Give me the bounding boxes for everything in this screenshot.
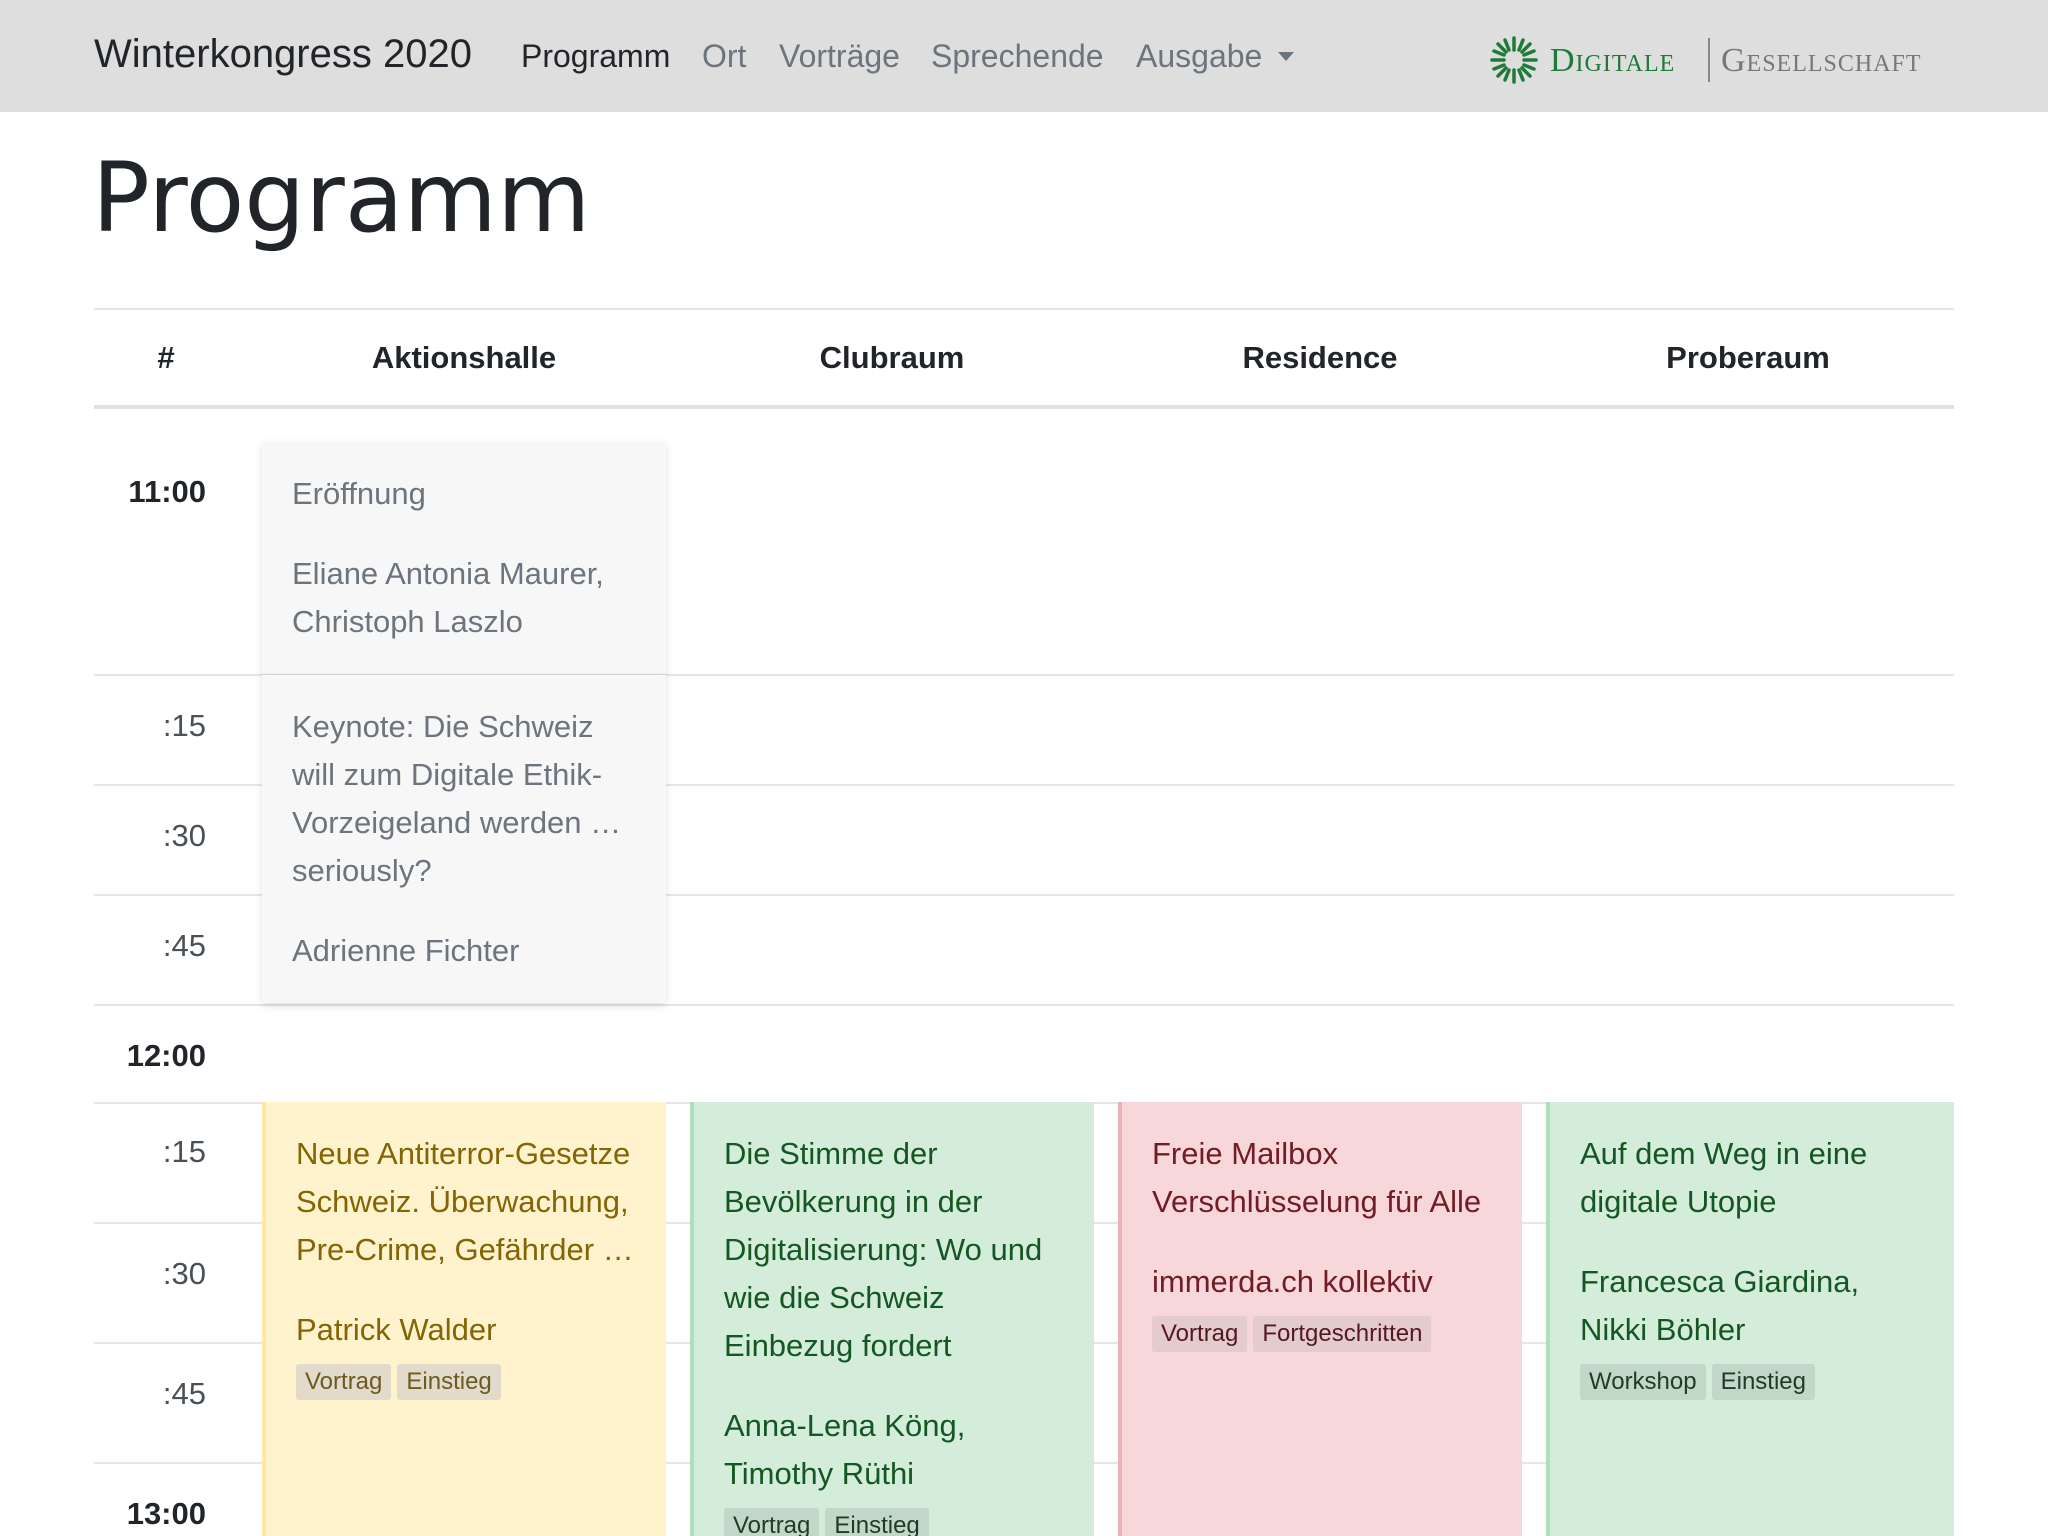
- row-separator: [94, 1004, 1954, 1006]
- session-card-antiterror[interactable]: Neue Antiterror-Gesetze Schweiz. Überwac…: [262, 1102, 666, 1536]
- nav-sprechende[interactable]: Sprechende: [931, 38, 1104, 75]
- tag-level: Einstieg: [1711, 1364, 1815, 1400]
- column-header-number: #: [157, 340, 175, 375]
- session-card-freie-mailbox[interactable]: Freie Mailbox Verschlüsselung für Alle i…: [1118, 1102, 1522, 1536]
- session-tags: Vortrag Fortgeschritten: [1152, 1316, 1496, 1352]
- session-title: Eröffnung: [292, 476, 426, 511]
- nav-ort[interactable]: Ort: [702, 38, 746, 75]
- session-speakers: Patrick Walder: [296, 1312, 497, 1347]
- table-top-border: [94, 308, 1954, 310]
- time-label-1230: :30: [162, 1256, 206, 1291]
- tag-format: Vortrag: [724, 1508, 820, 1536]
- session-title: Keynote: Die Schweiz will zum Digitale E…: [292, 709, 622, 888]
- tag-level: Fortgeschritten: [1253, 1316, 1432, 1352]
- tag-format: Vortrag: [296, 1364, 392, 1400]
- nav-programm[interactable]: Programm: [521, 38, 670, 75]
- column-header-residence: Residence: [1242, 340, 1398, 375]
- session-speakers: immerda.ch kollektiv: [1152, 1264, 1433, 1299]
- logo-divider: [1708, 38, 1710, 82]
- session-title: Auf dem Weg in eine digitale Utopie: [1580, 1136, 1868, 1219]
- digitale-gesellschaft-logo[interactable]: Digitale Gesellschaft: [1488, 34, 1954, 86]
- session-title: Neue Antiterror-Gesetze Schweiz. Überwac…: [296, 1136, 634, 1267]
- nav-vortraege[interactable]: Vorträge: [779, 38, 900, 75]
- time-label-1115: :15: [162, 708, 206, 743]
- logo-word-gesellschaft: Gesellschaft: [1721, 42, 1922, 79]
- sunburst-logo-icon: [1490, 36, 1538, 84]
- session-speakers: Anna-Lena Köng, Timothy Rüthi: [724, 1408, 966, 1491]
- top-navbar: Winterkongress 2020 Programm Ort Vorträg…: [0, 0, 2048, 112]
- time-label-1130: :30: [162, 818, 206, 853]
- tag-format: Vortrag: [1152, 1316, 1248, 1352]
- column-header-clubraum: Clubraum: [819, 340, 965, 375]
- caret-down-icon: [1278, 52, 1295, 62]
- session-card-keynote[interactable]: Keynote: Die Schweiz will zum Digitale E…: [262, 675, 666, 1003]
- page-title: Programm: [92, 142, 591, 254]
- session-tags: Workshop Einstieg: [1580, 1364, 1928, 1400]
- tag-level: Einstieg: [825, 1508, 929, 1536]
- time-label-1145: :45: [162, 928, 206, 963]
- time-label-1100: 11:00: [128, 474, 206, 509]
- session-card-digitale-utopie[interactable]: Auf dem Weg in eine digitale Utopie Fran…: [1546, 1102, 1954, 1536]
- nav-ausgabe-label: Ausgabe: [1136, 38, 1263, 74]
- nav-ausgabe-dropdown[interactable]: Ausgabe: [1136, 38, 1295, 75]
- session-tags: Vortrag Einstieg: [724, 1508, 1068, 1536]
- time-label-1200: 12:00: [126, 1038, 206, 1073]
- session-card-stimme-der-bevoelkerung[interactable]: Die Stimme der Bevölkerung in der Digita…: [690, 1102, 1094, 1536]
- session-title: Die Stimme der Bevölkerung in der Digita…: [724, 1136, 1043, 1363]
- session-tags: Vortrag Einstieg: [296, 1364, 640, 1400]
- tag-level: Einstieg: [397, 1364, 501, 1400]
- brand-link[interactable]: Winterkongress 2020: [94, 32, 472, 77]
- table-header-border: [94, 405, 1954, 409]
- logo-word-digitale: Digitale: [1550, 42, 1676, 79]
- session-speakers: Eliane Antonia Maurer, Christoph Laszlo: [292, 556, 604, 639]
- tag-format: Workshop: [1580, 1364, 1706, 1400]
- session-speakers: Adrienne Fichter: [292, 933, 520, 968]
- session-title: Freie Mailbox Verschlüsselung für Alle: [1152, 1136, 1482, 1219]
- time-label-1215: :15: [162, 1134, 206, 1169]
- session-card-eroeffnung[interactable]: Eröffnung Eliane Antonia Maurer, Christo…: [262, 442, 666, 674]
- time-label-1245: :45: [162, 1376, 206, 1411]
- session-speakers: Francesca Giardina, Nikki Böhler: [1580, 1264, 1860, 1347]
- column-header-proberaum: Proberaum: [1666, 340, 1830, 375]
- time-label-1300: 13:00: [126, 1496, 206, 1531]
- column-header-aktionshalle: Aktionshalle: [371, 340, 557, 375]
